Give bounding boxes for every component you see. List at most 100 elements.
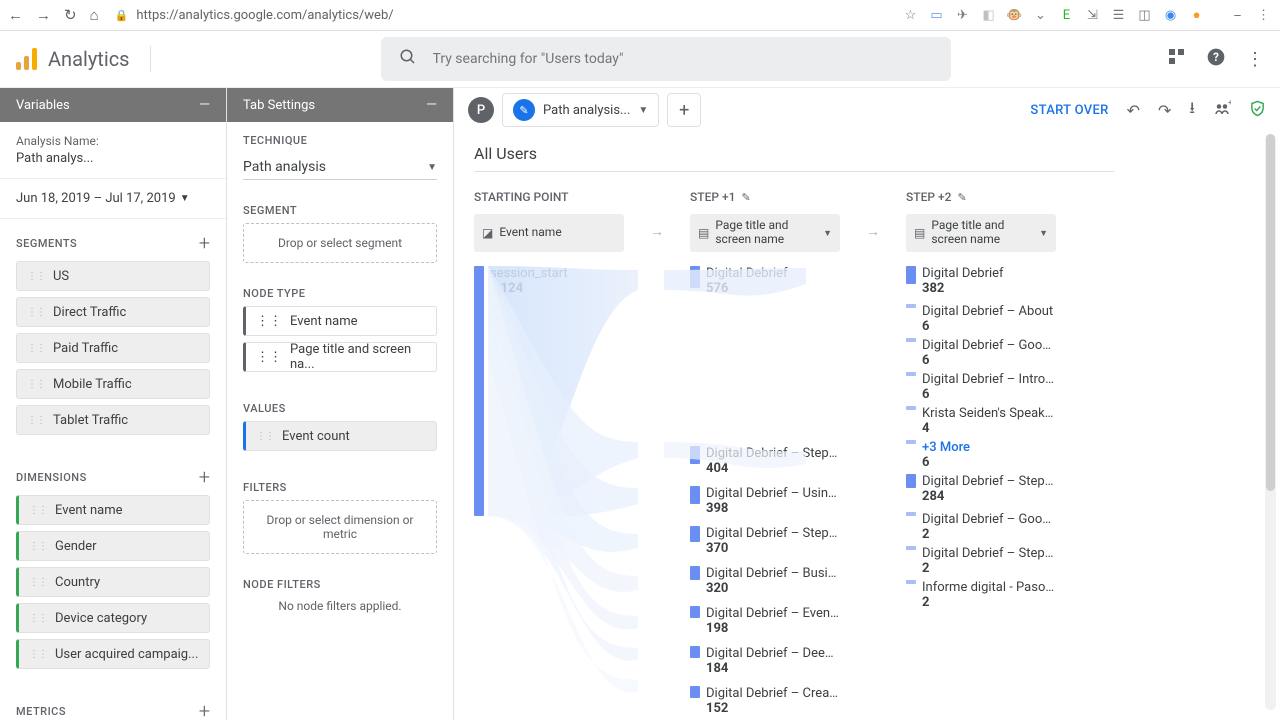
node-type-label: NODE TYPE: [243, 287, 437, 300]
analysis-name[interactable]: Path analys...: [16, 151, 210, 166]
sankey-node[interactable]: Informe digital - Paso ...2: [906, 580, 1056, 610]
add-segment-button[interactable]: +: [199, 231, 210, 255]
url-bar[interactable]: 🔒 https://analytics.google.com/analytics…: [109, 8, 892, 23]
drag-handle-icon: ⋮⋮: [256, 350, 282, 365]
logo[interactable]: Analytics: [16, 47, 130, 71]
sankey-node[interactable]: Krista Seiden's Speaki...4: [906, 406, 1056, 436]
drag-handle-icon: ⋮⋮: [27, 271, 45, 282]
share-icon[interactable]: +: [1213, 99, 1231, 121]
add-tab-button[interactable]: +: [667, 93, 701, 127]
search-box[interactable]: [381, 37, 951, 81]
step1-pill[interactable]: ▤ Page title and screen name ▼: [690, 214, 840, 252]
scrollbar[interactable]: [1265, 134, 1276, 710]
step2-pill[interactable]: ▤ Page title and screen name ▼: [906, 214, 1056, 252]
dimension-chip[interactable]: ⋮⋮Device category: [16, 603, 210, 633]
home-icon[interactable]: ⌂: [90, 8, 99, 23]
segment-drop-zone[interactable]: Drop or select segment: [243, 223, 437, 263]
pencil-icon[interactable]: ✎: [741, 191, 750, 204]
sankey-node[interactable]: Digital Debrief – Step ...370: [690, 526, 840, 556]
starting-point-head: STARTING POINT: [474, 190, 624, 204]
pencil-icon[interactable]: ✎: [957, 191, 966, 204]
reload-icon[interactable]: ↻: [64, 8, 77, 23]
node-type-chip[interactable]: ⋮⋮Event name: [243, 306, 437, 336]
collapse-icon[interactable]: —: [426, 97, 437, 113]
redo-icon[interactable]: ↷: [1158, 101, 1171, 120]
starting-point-pill[interactable]: ◪ Event name: [474, 214, 624, 252]
sankey-node[interactable]: Digital Debrief – Step ...284: [906, 474, 1056, 504]
node-type-chip[interactable]: ⋮⋮Page title and screen na...: [243, 342, 437, 372]
drag-handle-icon: ⋮⋮: [27, 343, 45, 354]
filters-drop-zone[interactable]: Drop or select dimension or metric: [243, 500, 437, 554]
sankey-node[interactable]: Digital Debrief382: [906, 266, 1056, 296]
sankey-node[interactable]: Digital Debrief – Good...2: [906, 512, 1056, 542]
segment-chip[interactable]: ⋮⋮Mobile Traffic: [16, 369, 210, 399]
property-badge[interactable]: P: [468, 97, 494, 123]
start-over-button[interactable]: START OVER: [1030, 103, 1108, 118]
page-icon: ▤: [914, 226, 925, 240]
shield-icon[interactable]: [1249, 100, 1266, 121]
sankey-node[interactable]: Digital Debrief – Event...198: [690, 606, 840, 636]
values-label: VALUES: [243, 402, 437, 415]
extension-icons: ☆ ▭ ✈ ◧ 🐵 ⌄ E ⇲ ☰ ◫ ◉ ● ⎯ ⋮: [902, 7, 1272, 24]
sankey-node[interactable]: Digital Debrief – About6: [906, 304, 1056, 334]
dimension-chip[interactable]: ⋮⋮Event name: [16, 495, 210, 525]
sankey-node[interactable]: Digital Debrief – Introd...6: [906, 372, 1056, 402]
svg-text:+: +: [1228, 99, 1231, 107]
back-icon[interactable]: ←: [8, 8, 23, 23]
download-icon[interactable]: ⭳: [1189, 97, 1195, 124]
ext-icon[interactable]: E: [1058, 7, 1075, 24]
segment-chip[interactable]: ⋮⋮Direct Traffic: [16, 297, 210, 327]
sankey-node[interactable]: +3 More6: [906, 440, 1056, 470]
segment-chip[interactable]: ⋮⋮Paid Traffic: [16, 333, 210, 363]
add-dimension-button[interactable]: +: [199, 465, 210, 489]
help-icon[interactable]: ?: [1206, 47, 1226, 72]
apps-icon[interactable]: [1168, 48, 1186, 70]
star-icon[interactable]: ☆: [902, 7, 919, 24]
ext-icon[interactable]: ◧: [980, 7, 997, 24]
dimension-chip[interactable]: ⋮⋮User acquired campaig...: [16, 639, 210, 669]
sankey-node[interactable]: Digital Debrief – Deep-...184: [690, 646, 840, 676]
drag-handle-icon: ⋮⋮: [27, 379, 45, 390]
sankey-node[interactable]: Digital Debrief – Creati...152: [690, 686, 840, 716]
ext-icon[interactable]: ⇲: [1084, 7, 1101, 24]
ext-icon[interactable]: ▭: [928, 7, 945, 24]
sankey-node[interactable]: Digital Debrief576: [690, 266, 840, 296]
menu-icon[interactable]: ⋮: [1255, 7, 1272, 24]
sankey-node[interactable]: Digital Debrief – Busin...320: [690, 566, 840, 596]
sankey-node[interactable]: session_start4,124: [474, 266, 624, 516]
dimensions-label: DIMENSIONS: [16, 471, 87, 484]
ext-icon[interactable]: ✈: [954, 7, 971, 24]
date-range-picker[interactable]: Jun 18, 2019 – Jul 17, 2019▼: [16, 191, 210, 206]
dimension-chip[interactable]: ⋮⋮Country: [16, 567, 210, 597]
more-icon[interactable]: ⋮: [1246, 49, 1264, 70]
dimension-chip[interactable]: ⋮⋮Gender: [16, 531, 210, 561]
sankey-node[interactable]: Digital Debrief – Step-...2: [906, 546, 1056, 576]
segment-chip[interactable]: ⋮⋮Tablet Traffic: [16, 405, 210, 435]
add-metric-button[interactable]: +: [199, 699, 210, 720]
ext-icon[interactable]: ◫: [1136, 7, 1153, 24]
tab-settings-panel: Tab Settings — TECHNIQUE Path analysis▼ …: [227, 88, 454, 720]
pencil-icon: ✎: [513, 99, 535, 121]
technique-select[interactable]: Path analysis▼: [243, 155, 437, 180]
browser-toolbar: ← → ↻ ⌂ 🔒 https://analytics.google.com/a…: [0, 0, 1280, 31]
flow-arrow-icon: →: [866, 212, 880, 250]
ext-icon[interactable]: ☰: [1110, 7, 1127, 24]
sankey-node[interactable]: Digital Debrief – Step ...404: [690, 446, 840, 476]
analysis-tab[interactable]: ✎ Path analysis... ▼: [502, 93, 659, 127]
ext-icon[interactable]: ◉: [1162, 7, 1179, 24]
collapse-icon[interactable]: —: [199, 97, 210, 113]
pocket-icon[interactable]: ⌄: [1032, 7, 1049, 24]
forward-icon[interactable]: →: [36, 8, 51, 23]
sankey-node[interactable]: Digital Debrief – Good...6: [906, 338, 1056, 368]
search-input[interactable]: [433, 51, 933, 67]
undo-icon[interactable]: ↶: [1127, 101, 1140, 120]
segment-chip[interactable]: ⋮⋮US: [16, 261, 210, 291]
value-chip[interactable]: ⋮⋮Event count: [243, 421, 437, 451]
drag-handle-icon: ⋮⋮: [29, 613, 47, 624]
app-title: Analytics: [48, 47, 130, 71]
ext-icon[interactable]: 🐵: [1006, 7, 1023, 24]
ext-icon[interactable]: ●: [1188, 7, 1205, 24]
profile-icon[interactable]: ⎯: [1229, 7, 1246, 24]
sankey-node[interactable]: Digital Debrief – Using ...398: [690, 486, 840, 516]
analytics-logo-icon: [16, 48, 38, 70]
